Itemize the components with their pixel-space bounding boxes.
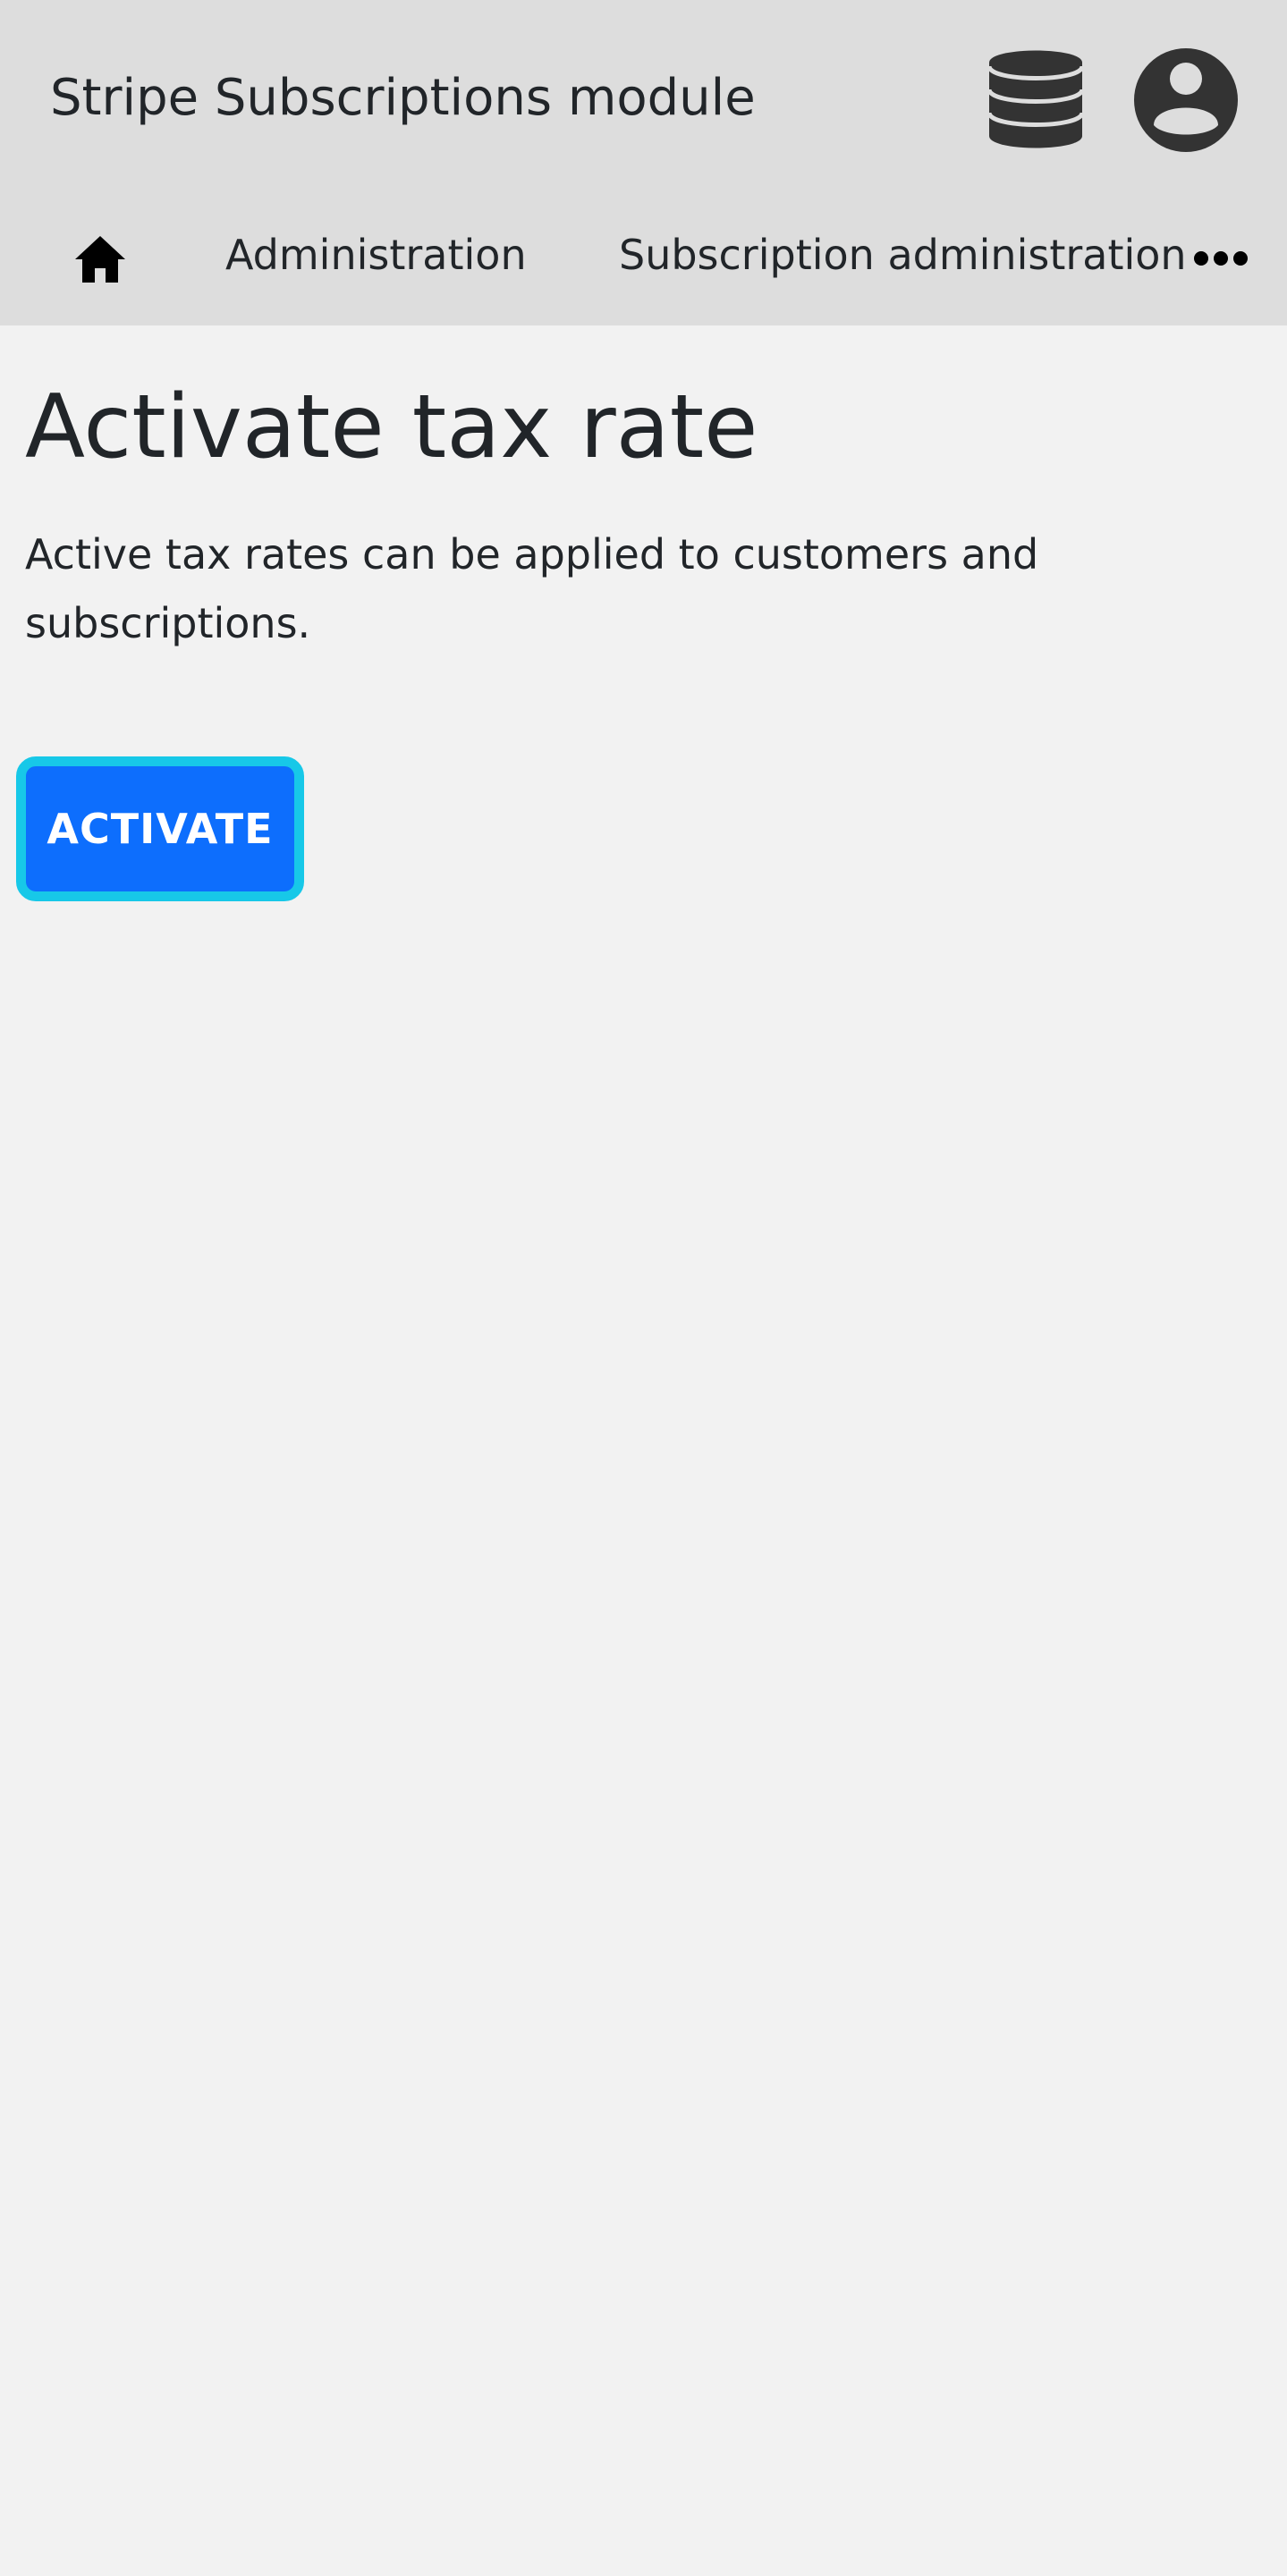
home-icon[interactable] — [73, 234, 127, 284]
app-title: Stripe Subscriptions module — [50, 69, 756, 127]
database-icon[interactable] — [989, 46, 1082, 152]
ellipsis-icon[interactable] — [1193, 247, 1249, 270]
page-title: Activate tax rate — [25, 376, 758, 478]
breadcrumb-item-subscription-administration[interactable]: Subscription administration — [619, 228, 1187, 282]
user-circle-icon[interactable] — [1134, 48, 1238, 152]
page-description: Active tax rates can be applied to custo… — [25, 530, 1039, 647]
activate-button[interactable]: ACTIVATE — [16, 756, 304, 901]
breadcrumb-item-administration[interactable]: Administration — [225, 228, 527, 282]
